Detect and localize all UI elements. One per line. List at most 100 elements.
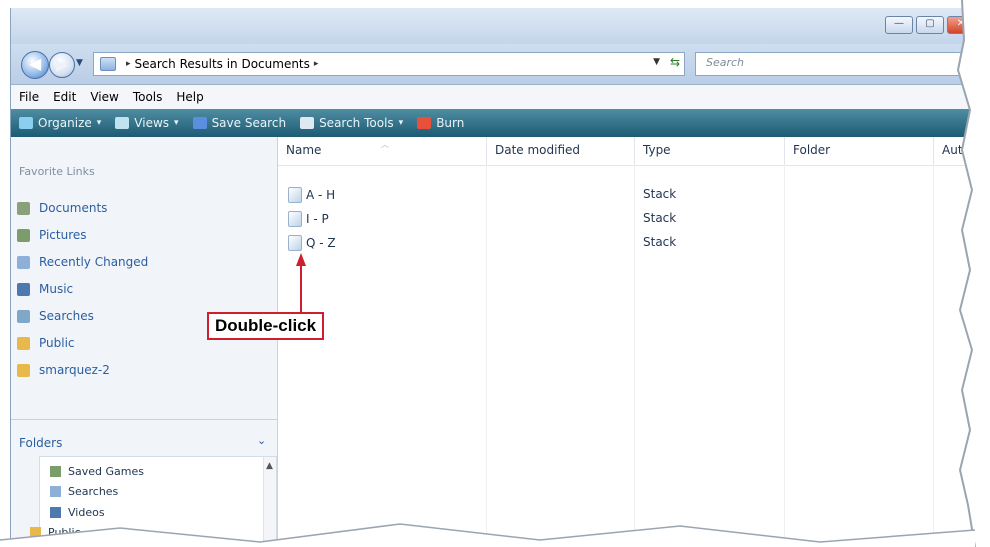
menu-item-file[interactable]: File — [19, 90, 39, 104]
toolbar-views-button[interactable]: Views ▾ — [115, 116, 179, 130]
favorite-link-public[interactable]: Public — [17, 336, 75, 350]
breadcrumb-separator[interactable]: ▸ — [314, 59, 319, 69]
search-tools-icon — [300, 117, 315, 129]
favorite-link-label: Recently Changed — [39, 255, 149, 269]
breadcrumb-current[interactable]: Search Results in Documents — [135, 57, 310, 71]
column-header-authors[interactable]: Auth — [933, 137, 990, 165]
folder-tree-item-saved-games[interactable]: Saved Games — [50, 465, 144, 478]
favorite-link-music[interactable]: Music — [17, 282, 73, 296]
tree-scrollbar[interactable]: ▲ — [263, 457, 276, 547]
toolbar-search-tools-button[interactable]: Search Tools ▾ — [300, 116, 403, 130]
folder-tree-item-searches[interactable]: Searches — [50, 485, 118, 498]
stack-row[interactable]: A - H — [288, 184, 335, 206]
recent-pages-dropdown[interactable]: ▼ — [76, 58, 83, 68]
maximize-button[interactable]: ▢ — [916, 16, 944, 34]
scroll-up-icon[interactable]: ▲ — [266, 461, 273, 471]
window-controls: — ▢ ✕ — [885, 16, 975, 34]
favorite-link-label: Music — [39, 282, 74, 296]
folder-tree-item-public[interactable]: Public — [30, 526, 81, 539]
favorite-link-label: Searches — [39, 309, 94, 323]
menu-item-view[interactable]: View — [90, 90, 118, 104]
double-click-callout: Double-click — [207, 312, 325, 340]
folder-tree-label: Saved Games — [68, 465, 144, 478]
favorite-link-searches[interactable]: Searches — [17, 309, 94, 323]
stack-name: I - P — [306, 212, 329, 226]
documents-icon — [17, 201, 30, 215]
favorite-link-documents[interactable]: Documents — [17, 201, 107, 215]
file-list: Name ︿ Date modified Type Folder Auth A … — [278, 137, 983, 547]
search-placeholder: Search — [706, 56, 745, 69]
favorite-link-label: Pictures — [39, 228, 87, 242]
collapse-chevron-icon[interactable]: ⌄ — [257, 434, 266, 447]
toolbar-organize-button[interactable]: Organize ▾ — [19, 116, 101, 130]
music-icon — [17, 282, 30, 296]
sort-arrow-icon: ︿ — [381, 140, 389, 149]
videos-icon — [50, 507, 61, 518]
close-button[interactable]: ✕ — [947, 16, 975, 34]
public-folder-icon — [30, 527, 41, 538]
back-arrow-icon: ◀ — [28, 54, 42, 73]
command-bar: Organize ▾ Views ▾ Save Search Search Tools ▾ B… — [11, 109, 983, 137]
menu-item-help[interactable]: Help — [176, 90, 203, 104]
breadcrumb-separator[interactable]: ▸ — [126, 59, 131, 69]
organize-icon — [19, 117, 33, 129]
column-headers: Name ︿ Date modified Type Folder Auth — [278, 137, 983, 166]
refresh-icon[interactable]: ⇆ — [670, 55, 680, 69]
folder-tree: Saved Games Searches Videos Public ▲ — [30, 456, 277, 547]
recently-changed-icon — [17, 255, 30, 269]
folder-tree-item-videos[interactable]: Videos — [50, 506, 105, 519]
stack-name: A - H — [306, 188, 336, 202]
toolbar-label: Save Search — [211, 116, 287, 130]
stack-row[interactable]: I - P — [288, 208, 329, 230]
stack-row[interactable]: Q - Z — [288, 232, 336, 254]
address-dropdown-icon[interactable]: ▼ — [653, 57, 660, 67]
forward-button[interactable]: ▶ — [49, 52, 75, 78]
favorite-links-header: Favorite Links — [19, 165, 95, 178]
folder-tree-label: Public — [48, 526, 81, 539]
searches-icon — [17, 309, 30, 323]
saved-games-icon — [50, 466, 61, 477]
favorite-link-label: Documents — [39, 201, 108, 215]
forward-arrow-icon: ▶ — [55, 55, 69, 74]
stack-icon — [288, 211, 302, 227]
title-bar: — ▢ ✕ — [11, 8, 983, 44]
address-row: ◀ ▶ ▼ ▸ Search Results in Documents ▸ ▼ … — [11, 44, 987, 85]
toolbar-label: Burn — [436, 116, 465, 130]
column-header-folder[interactable]: Folder — [784, 137, 933, 165]
pictures-icon — [17, 228, 30, 242]
chevron-down-icon: ▾ — [96, 118, 102, 128]
stack-type: Stack — [643, 187, 677, 201]
stack-icon — [288, 235, 302, 251]
chevron-down-icon: ▾ — [174, 118, 179, 128]
column-header-date-modified[interactable]: Date modified — [486, 137, 635, 165]
favorite-link-label: Public — [39, 336, 75, 350]
toolbar-save-search-button[interactable]: Save Search — [192, 116, 287, 130]
folders-pane: Folders ⌄ Saved Games Searches Videos Publi… — [11, 419, 277, 547]
toolbar-label: Search Tools — [319, 116, 394, 130]
favorite-link-smarquez-2[interactable]: smarquez-2 — [17, 363, 110, 377]
stack-icon — [288, 187, 302, 203]
burn-icon — [417, 117, 432, 129]
stack-type: Stack — [643, 211, 677, 225]
favorite-link-pictures[interactable]: Pictures — [17, 228, 87, 242]
back-button[interactable]: ◀ — [21, 51, 49, 79]
chevron-down-icon: ▾ — [398, 118, 404, 128]
user-folder-icon — [17, 363, 30, 377]
stack-name: Q - Z — [306, 236, 336, 250]
views-icon — [115, 117, 130, 129]
address-bar[interactable]: ▸ Search Results in Documents ▸ ▼ ⇆ — [93, 52, 685, 76]
explorer-window: — ▢ ✕ ◀ ▶ ▼ ▸ Search Results in Document… — [10, 8, 987, 547]
folder-tree-label: Videos — [68, 506, 105, 519]
searches-icon — [50, 486, 61, 497]
menu-item-tools[interactable]: Tools — [133, 90, 163, 104]
menu-item-edit[interactable]: Edit — [53, 90, 76, 104]
minimize-button[interactable]: — — [885, 16, 913, 34]
search-folder-icon — [100, 57, 116, 71]
toolbar-burn-button[interactable]: Burn — [417, 116, 464, 130]
folders-header[interactable]: Folders — [19, 436, 62, 450]
search-input[interactable]: Search — [695, 52, 987, 76]
navigation-pane: Favorite Links Documents Pictures Recently… — [11, 137, 278, 547]
column-header-type[interactable]: Type — [634, 137, 783, 165]
favorite-link-recently-changed[interactable]: Recently Changed — [17, 255, 148, 269]
toolbar-label: Views — [134, 116, 170, 130]
